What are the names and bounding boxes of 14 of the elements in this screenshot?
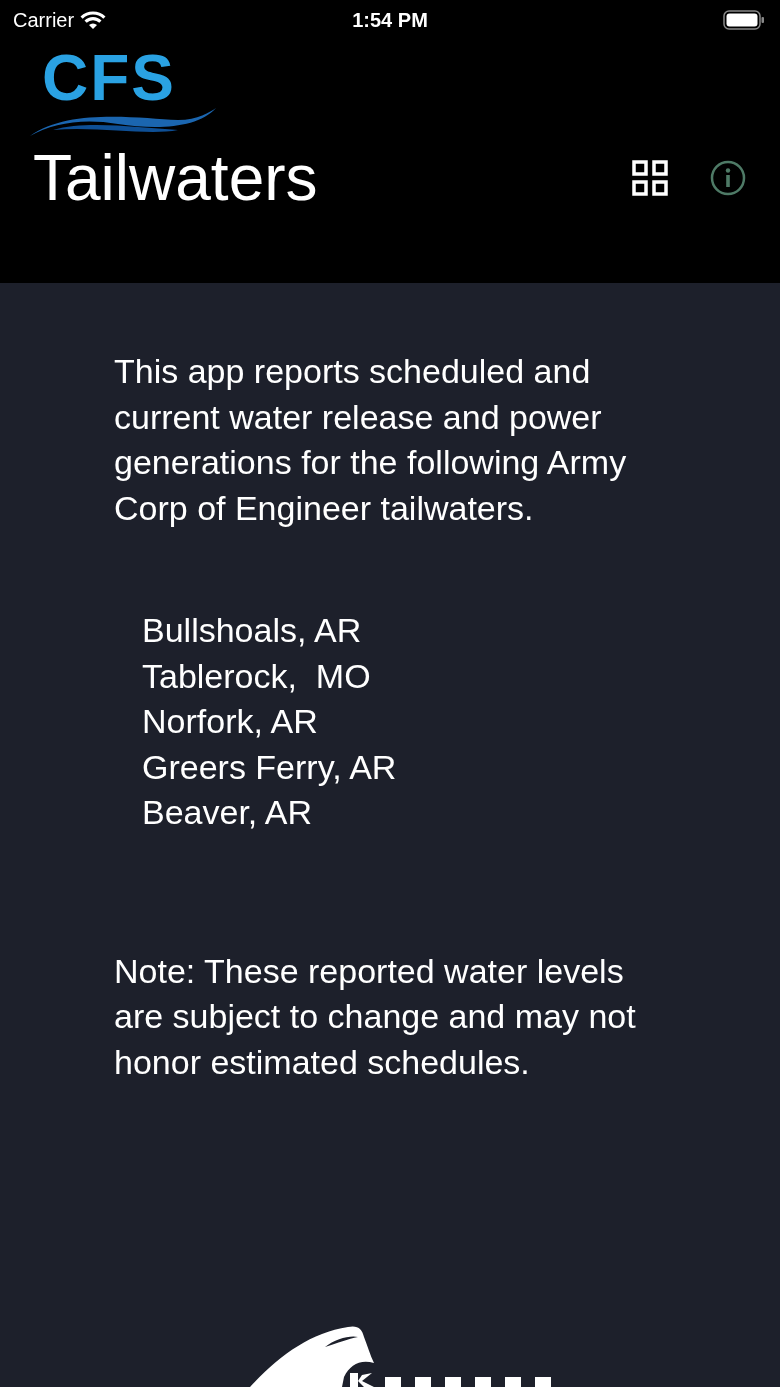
- tailwater-item: Norfork, AR: [142, 701, 319, 742]
- tailwater-item: Greers Ferry, AR: [142, 746, 398, 788]
- page-title: Tailwaters: [33, 146, 318, 210]
- note-paragraph: Note: These reported water levels are subject to change and may not honor estimated schedules.: [114, 950, 637, 1083]
- tailwater-item: Tablerock, MO: [142, 655, 372, 697]
- carrier-label: Carrier: [13, 8, 75, 33]
- tailwater-item: Bullshoals, AR: [142, 610, 363, 651]
- grid-icon[interactable]: [632, 160, 668, 196]
- tailwater-item: Beaver, AR: [142, 792, 314, 833]
- intro-paragraph: This app reports scheduled and current water release and power generations for the following Army Corp of Engineer tailwaters.: [114, 351, 628, 529]
- clock-time: 1:54 PM: [352, 8, 428, 33]
- info-icon[interactable]: [710, 160, 746, 196]
- battery-icon: [723, 10, 765, 30]
- wifi-icon: [80, 10, 107, 30]
